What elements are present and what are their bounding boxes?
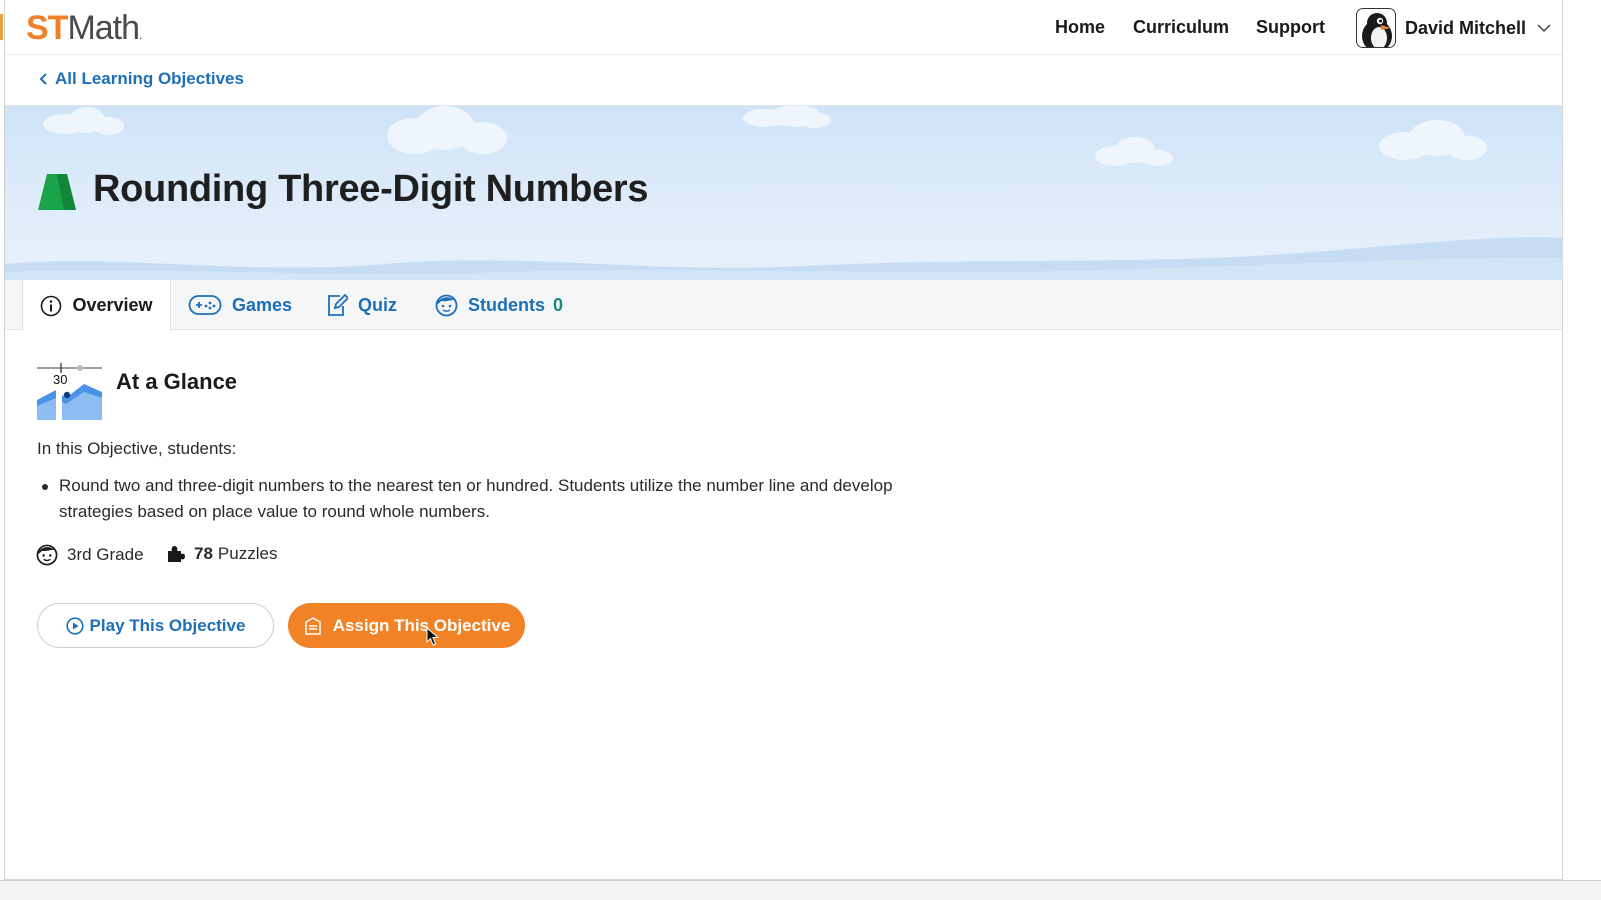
- play-objective-button[interactable]: Play This Objective: [37, 603, 274, 648]
- logo-mark: .: [139, 28, 143, 42]
- logo-st: ST: [26, 9, 68, 47]
- tab-students-label: Students: [468, 294, 546, 315]
- tab-overview[interactable]: Overview: [22, 280, 171, 331]
- bullet-marker: [42, 484, 48, 490]
- tab-students[interactable]: Students 0: [435, 280, 563, 330]
- top-navigation-bar: STMath. Home Curriculum Support David Mi…: [5, 0, 1562, 55]
- list-item: Round two and three-digit numbers to the…: [59, 476, 893, 521]
- user-name: David Mitchell: [1405, 17, 1527, 38]
- assign-objective-label: Assign This Objective: [332, 615, 511, 635]
- students-count: 0: [553, 294, 564, 315]
- play-circle-icon: [65, 616, 84, 635]
- st-math-logo[interactable]: STMath.: [26, 9, 143, 54]
- at-a-glance-heading: At a Glance: [116, 369, 238, 394]
- quiz-edit-icon: [328, 293, 348, 316]
- tab-games[interactable]: Games: [188, 280, 292, 330]
- objective-intro: In this Objective, students:: [37, 439, 237, 458]
- objective-title: Rounding Three-Digit Numbers: [93, 168, 649, 210]
- puzzles-label: Puzzles: [217, 544, 278, 563]
- avatar: [1356, 8, 1396, 48]
- nav-curriculum[interactable]: Curriculum: [1133, 17, 1229, 38]
- tab-quiz[interactable]: Quiz: [326, 280, 397, 330]
- user-menu[interactable]: David Mitchell: [1356, 8, 1552, 48]
- green-trapezoid-icon: [38, 174, 76, 210]
- nav-support[interactable]: Support: [1256, 17, 1325, 38]
- mouse-pointer-icon: [426, 627, 440, 646]
- tab-quiz-label: Quiz: [358, 294, 397, 315]
- right-window-margin: [1563, 0, 1601, 900]
- bottom-window-margin: [0, 880, 1601, 900]
- number-line-icon: 30: [37, 363, 102, 420]
- breadcrumb-label: All Learning Objectives: [55, 69, 244, 88]
- assign-objective-button[interactable]: Assign This Objective: [288, 603, 525, 648]
- assign-clipboard-icon: [304, 616, 321, 635]
- grade-info: 3rd Grade: [36, 544, 144, 566]
- tab-overview-label: Overview: [72, 295, 153, 315]
- logo-math: Math: [67, 9, 140, 47]
- student-face-icon: [36, 544, 58, 566]
- chevron-left-icon: [39, 73, 47, 85]
- gamepad-icon: [188, 295, 222, 315]
- objective-bullet-list: Round two and three-digit numbers to the…: [42, 473, 919, 525]
- puzzles-count: 78: [194, 544, 213, 563]
- penguin-avatar-icon: [1357, 9, 1395, 47]
- glance-icon-number: 30: [53, 372, 67, 387]
- nav-home[interactable]: Home: [1055, 17, 1105, 38]
- info-icon: [41, 295, 62, 316]
- puzzles-info: 78 Puzzles: [167, 544, 277, 564]
- chevron-down-icon: [1537, 24, 1551, 33]
- student-face-icon: [435, 294, 458, 316]
- st-math-app: STMath. Home Curriculum Support David Mi…: [5, 0, 1563, 880]
- puzzle-piece-icon: [168, 546, 185, 562]
- objective-hero-banner: Rounding Three-Digit Numbers: [5, 106, 1562, 280]
- objective-tabs: Overview Games Quiz Students 0: [5, 280, 1562, 331]
- breadcrumb[interactable]: All Learning Objectives: [39, 69, 244, 89]
- breadcrumb-bar: All Learning Objectives: [5, 55, 1562, 106]
- window-accent: [0, 14, 3, 40]
- grade-label: 3rd Grade: [67, 545, 144, 564]
- play-objective-label: Play This Objective: [89, 615, 246, 635]
- tab-games-label: Games: [232, 294, 293, 315]
